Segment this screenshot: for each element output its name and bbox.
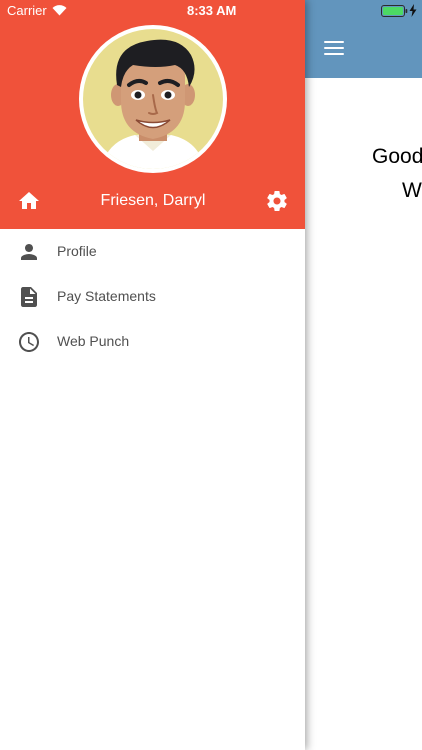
- drawer-menu: Profile Pay Statements Web Punch: [0, 229, 305, 364]
- status-time: 8:33 AM: [187, 3, 237, 18]
- gear-icon[interactable]: [265, 189, 289, 213]
- greeting-text: Good: [372, 145, 422, 168]
- clock-icon: [19, 332, 39, 352]
- avatar: [79, 25, 227, 173]
- menu-item-label: Pay Statements: [57, 288, 156, 304]
- menu-item-pay-statements[interactable]: Pay Statements: [0, 274, 305, 319]
- menu-item-web-punch[interactable]: Web Punch: [0, 319, 305, 364]
- hamburger-menu-icon[interactable]: [322, 38, 346, 58]
- drawer-header: Friesen, Darryl: [0, 0, 305, 229]
- carrier-label: Carrier: [7, 3, 47, 18]
- menu-item-profile[interactable]: Profile: [0, 229, 305, 274]
- charging-bolt-icon: [409, 4, 417, 17]
- user-name: Friesen, Darryl: [100, 192, 206, 209]
- status-bar: Carrier 8:33 AM: [0, 0, 422, 22]
- person-icon: [21, 244, 37, 260]
- document-icon: [21, 287, 37, 307]
- menu-item-label: Profile: [57, 243, 97, 259]
- wifi-icon: [52, 5, 67, 16]
- greeting-subtitle: We: [402, 179, 422, 202]
- home-icon[interactable]: [17, 189, 41, 213]
- navigation-drawer: Friesen, Darryl Profile Pay Statements W…: [0, 0, 305, 750]
- menu-item-label: Web Punch: [57, 333, 130, 349]
- battery-icon: [381, 5, 408, 17]
